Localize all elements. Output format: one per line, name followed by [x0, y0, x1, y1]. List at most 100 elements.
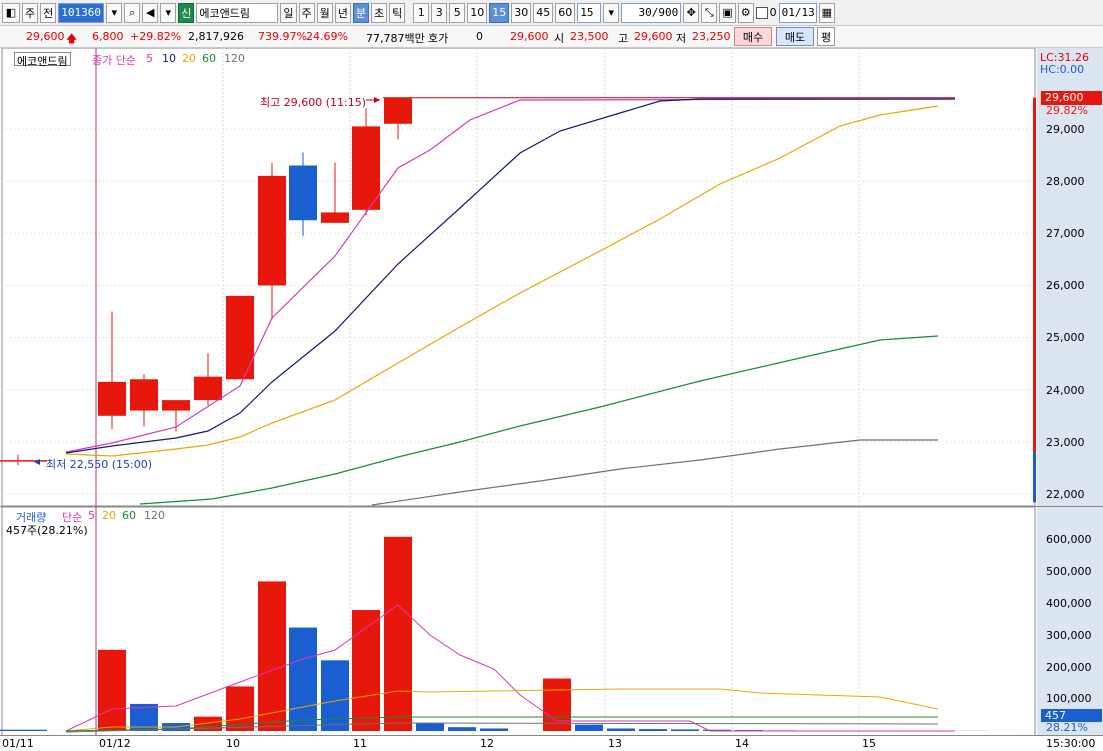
crosshair-icon[interactable]: ✥	[683, 2, 700, 23]
timeframe-year[interactable]: 년	[334, 2, 351, 23]
y-tick-25000: 25,000	[1046, 331, 1085, 344]
volume-bar	[575, 724, 603, 731]
volume-current-pct: 28.21%	[1046, 721, 1088, 734]
x-label-10: 10	[226, 737, 240, 750]
open-label: 시	[554, 32, 565, 45]
candle-body	[258, 175, 286, 286]
timeframe-month[interactable]: 월	[316, 2, 333, 23]
search-icon[interactable]: ⌕	[124, 2, 141, 23]
low-label: 저	[676, 32, 687, 45]
sell-button[interactable]: 매도	[776, 27, 814, 46]
interval-1[interactable]: 1	[413, 2, 430, 23]
timeframe-second[interactable]: 초	[371, 2, 388, 23]
volume-bar	[98, 649, 126, 731]
volume-bar	[671, 729, 699, 731]
average-button[interactable]: 평	[817, 27, 835, 46]
x-label-0111: 01/11	[2, 737, 34, 750]
calendar-icon[interactable]: ▦	[818, 2, 836, 23]
interval-30[interactable]: 30	[511, 2, 532, 23]
x-label-12: 12	[480, 737, 494, 750]
speaker-icon[interactable]: ◀	[142, 2, 159, 23]
menu-icon[interactable]: ◧	[2, 2, 20, 23]
gear-icon[interactable]: ⚙	[737, 2, 754, 23]
code-dropdown-icon[interactable]: ▾	[106, 2, 123, 23]
interval-60[interactable]: 60	[555, 2, 576, 23]
period-toggle-button[interactable]: 주	[22, 2, 39, 23]
high-label: 고	[618, 32, 629, 45]
interval-45[interactable]: 45	[533, 2, 554, 23]
checkbox-label: 0	[769, 6, 777, 19]
stock-code-input[interactable]: 101360	[58, 2, 105, 23]
interval-select[interactable]: 15	[577, 2, 602, 23]
low-price: 23,250	[692, 30, 731, 43]
stock-name-field: 에코앤드림	[196, 2, 279, 23]
volume-chart[interactable]: 거래량 단순 5 20 60 120 457주(28.21%) 600,000 …	[0, 506, 1103, 739]
vol-ma120-legend: 120	[144, 509, 165, 522]
new-button[interactable]: 신	[178, 2, 195, 23]
price-plot-frame	[1, 48, 1036, 506]
current-pct-tag: 29.82%	[1046, 104, 1088, 117]
candle-body	[289, 165, 317, 221]
y-tick-29000: 29,000	[1046, 123, 1085, 136]
current-price-tag: 29,600	[1041, 91, 1102, 105]
trade-amount: 77,787백만	[366, 32, 425, 45]
interval-5[interactable]: 5	[449, 2, 466, 23]
chart-stock-name: 에코앤드림	[14, 52, 71, 68]
trade-volume: 2,817,926	[188, 30, 244, 43]
buy-button[interactable]: 매수	[734, 27, 772, 46]
price-change: 6,800	[92, 30, 124, 43]
y-tick-22000: 22,000	[1046, 488, 1085, 501]
candle-body	[162, 400, 190, 411]
hoga-value: 0	[476, 30, 483, 43]
save-icon[interactable]: ▣	[719, 2, 736, 23]
volume-bar	[0, 729, 47, 731]
ma20-legend: 20	[182, 52, 196, 65]
interval-15[interactable]: 15	[489, 2, 510, 23]
price-chart[interactable]: 에코앤드림 종가 단순 5 10 20 60 120 LC:31.26 HC:0…	[0, 48, 1103, 506]
date-input[interactable]: 01/13	[778, 2, 817, 23]
x-label-13: 13	[608, 737, 622, 750]
high-annotation: 최고 29,600 (11:15)	[260, 96, 367, 109]
speaker-dropdown-icon[interactable]: ▾	[160, 2, 177, 23]
top-toolbar: ◧ 주 전 101360 ▾ ⌕ ◀ ▾ 신 에코앤드림 일 주 월 년 분 초…	[0, 0, 1103, 26]
ma5-legend: 5	[146, 52, 153, 65]
vol-tick-300000: 300,000	[1046, 629, 1092, 642]
change-percent: +29.82%	[130, 30, 182, 43]
y-tick-23000: 23,000	[1046, 436, 1085, 449]
count-value: 30	[638, 6, 652, 19]
interval-3[interactable]: 3	[431, 2, 448, 23]
candle-body	[384, 97, 412, 124]
open-price: 23,500	[570, 30, 609, 43]
volume-current-info: 457주(28.21%)	[6, 524, 88, 537]
quote-bar: 29,600 🡅 6,800 +29.82% 2,817,926 739.97%…	[0, 26, 1103, 48]
vol-tick-500000: 500,000	[1046, 565, 1092, 578]
interval-dropdown-icon[interactable]: ▾	[603, 2, 620, 23]
count-input[interactable]: 30/900	[621, 2, 682, 23]
timeframe-day[interactable]: 일	[280, 2, 297, 23]
timeframe-tick[interactable]: 틱	[389, 2, 406, 23]
option-checkbox[interactable]	[755, 6, 768, 19]
timeframe-minute[interactable]: 분	[352, 2, 369, 23]
x-label-11: 11	[353, 737, 367, 750]
interval-10[interactable]: 10	[467, 2, 488, 23]
candle-body	[226, 295, 254, 380]
x-label-15: 15	[862, 737, 876, 750]
vol-tick-400000: 400,000	[1046, 597, 1092, 610]
volume-bar	[384, 536, 412, 731]
prev-button[interactable]: 전	[40, 2, 57, 23]
time-axis: 01/11 01/12 10 11 12 13 14 15 15:30:00	[0, 735, 1103, 751]
current-price: 29,600	[26, 30, 65, 43]
timeframe-week[interactable]: 주	[298, 2, 315, 23]
low-annotation: 최저 22,550 (15:00)	[46, 458, 153, 471]
ask-price: 29,600	[510, 30, 549, 43]
candle-body	[130, 379, 158, 411]
x-axis-time: 15:30:00	[1046, 737, 1096, 750]
volume-bar	[321, 660, 349, 731]
vol-tick-600000: 600,000	[1046, 533, 1092, 546]
candle-body	[194, 376, 222, 401]
vol-tick-200000: 200,000	[1046, 661, 1092, 674]
y-tick-24000: 24,000	[1046, 384, 1085, 397]
draw-tool-icon[interactable]: ⤡	[701, 2, 718, 23]
y-tick-27000: 27,000	[1046, 227, 1085, 240]
volume-ratio: 739.97%	[258, 30, 307, 43]
